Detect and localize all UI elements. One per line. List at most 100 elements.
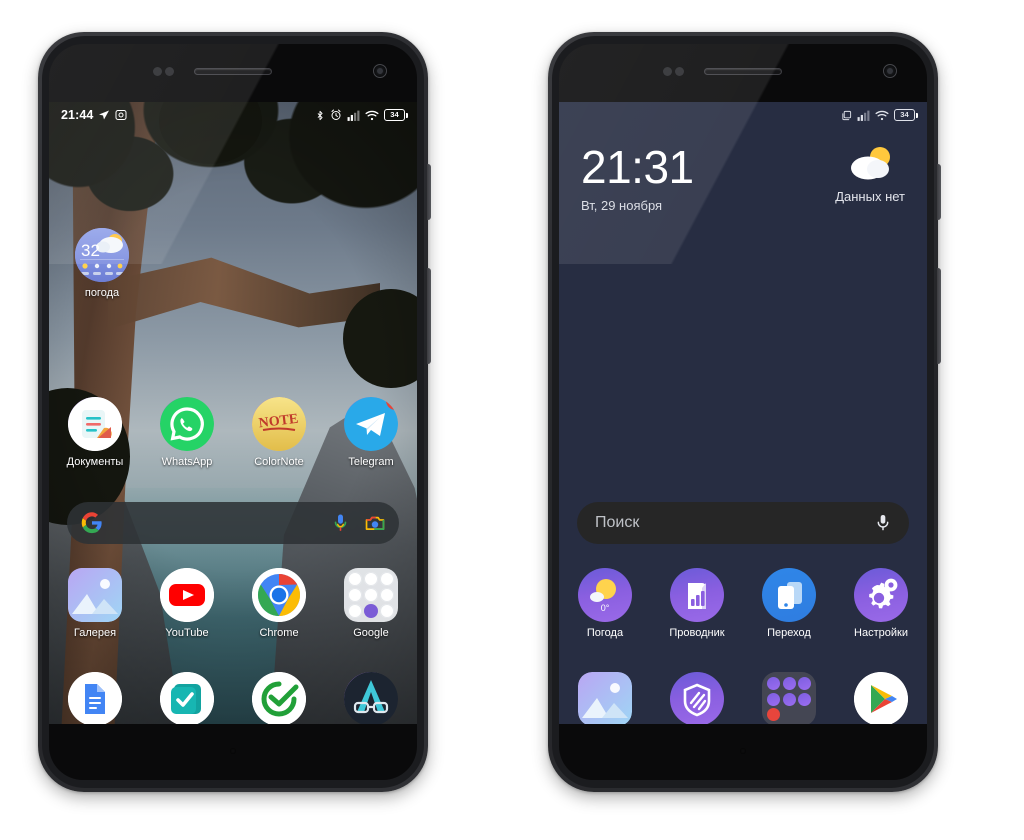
microphone-icon[interactable] [332,513,349,533]
google-lens-icon[interactable] [365,514,385,532]
phone-glass-left: 21:44 34 32 погода Документы WhatsApp NO… [49,44,417,780]
gallery-icon[interactable] [578,672,632,724]
whatsapp-icon[interactable] [160,397,214,451]
app-label: Google [353,627,389,639]
app-mi-mover[interactable]: Переход [743,568,835,639]
screen-record-icon [115,110,127,120]
app-file-explorer[interactable]: Проводник [651,568,743,639]
power-button-right[interactable] [937,164,941,220]
mi-mover-icon[interactable] [762,568,816,622]
app-label: Переход [767,627,811,639]
alarm-icon [331,109,341,120]
screen-right[interactable]: 34 21:31 Вт, 29 ноября Данных нет Поиск … [559,102,927,724]
documents-icon[interactable] [68,397,122,451]
app-settings[interactable]: Настройки [835,568,927,639]
security-shield-icon[interactable] [670,672,724,724]
app-row-1-left: Документы WhatsApp NOTE ColorNote 1 Tele… [49,397,417,468]
signal-icon [857,110,870,121]
weather-temperature: 32 [81,241,100,260]
app-whatsapp[interactable]: WhatsApp [141,397,233,468]
front-camera-icon [883,64,897,78]
colornote-icon[interactable]: NOTE [252,397,306,451]
app-label: ColorNote [254,456,304,468]
google-search-bar[interactable] [67,502,399,544]
app-row-2-left: Галерея YouTube Chrome Google [49,568,417,639]
my-tasks-icon[interactable] [160,672,214,724]
app-documents[interactable]: Документы [49,397,141,468]
google-folder-icon[interactable] [344,568,398,622]
app-row-2-right: Галерея Безопасно [559,672,927,724]
bluetooth-icon [317,110,323,120]
app-label: Настройки [854,627,908,639]
app-chrome[interactable]: Chrome [233,568,325,639]
battery-level: 34 [900,110,909,120]
app-alreader[interactable]: AlReader [325,672,417,724]
status-bar-right: 34 [559,102,927,128]
wifi-icon [365,110,379,120]
search-placeholder: Поиск [595,514,640,531]
clock-date: Вт, 29 ноября [581,198,663,213]
power-button-left[interactable] [427,164,431,220]
microphone-hole [230,748,236,754]
app-security[interactable]: Безопасность [651,672,743,724]
youtube-icon[interactable] [160,568,214,622]
app-label: Галерея [73,627,117,639]
screen-left[interactable]: 21:44 34 32 погода Документы WhatsApp NO… [49,102,417,724]
sun-behind-cloud-icon [851,147,891,180]
google-play-icon[interactable] [854,672,908,724]
earpiece-speaker [194,68,272,75]
proximity-sensor-icon [153,67,174,76]
app-sberbank[interactable]: СберБанк [233,672,325,724]
clock-widget[interactable]: 21:31 Вт, 29 ноября Данных нет [581,144,905,213]
gallery-icon[interactable] [68,568,122,622]
wifi-icon [875,110,889,120]
phone-glass-right: 34 21:31 Вт, 29 ноября Данных нет Поиск … [559,44,927,780]
app-google-folder[interactable]: Google [325,568,417,639]
weather-value: 0° [600,603,610,613]
poisk-search-bar[interactable]: Поиск [577,502,909,544]
weather-widget[interactable]: 32 погода [75,228,129,299]
telegram-icon[interactable]: 10 [344,397,398,451]
app-row-1-right: 0° Погода Проводник Переход Настройки [559,568,927,639]
sberbank-icon[interactable] [252,672,306,724]
volume-button-right[interactable] [937,268,941,364]
scene: 21:44 34 32 погода Документы WhatsApp NO… [0,0,1024,840]
app-label: Telegram [348,456,394,468]
weather-icon[interactable]: 0° [578,568,632,622]
app-label: Chrome [259,627,299,639]
tools-folder-icon[interactable] [762,672,816,724]
app-tools-folder[interactable]: Инструменты [743,672,835,724]
app-gallery[interactable]: Галерея [559,672,651,724]
app-youtube[interactable]: YouTube [141,568,233,639]
front-camera-icon [373,64,387,78]
battery-icon: 34 [894,109,918,121]
clock-block[interactable]: 21:31 Вт, 29 ноября [581,144,694,213]
app-gallery[interactable]: Галерея [49,568,141,639]
app-row-3-left: Документы Мои Дела [49,672,417,724]
google-g-icon [81,512,102,534]
weather-block[interactable]: Данных нет [835,144,905,204]
weather-widget-icon[interactable]: 32 [75,228,129,282]
app-label: Проводник [669,627,725,639]
google-docs-icon[interactable] [68,672,122,724]
microphone-hole [740,748,746,754]
app-colornote[interactable]: NOTE ColorNote [233,397,325,468]
proximity-sensor-icon [663,67,684,76]
app-telegram[interactable]: 10 Telegram [325,397,417,468]
chrome-icon[interactable] [252,568,306,622]
clock-time: 21:31 [581,141,694,193]
app-label: WhatsApp [161,456,213,468]
app-my-tasks[interactable]: Мои Дела [141,672,233,724]
app-google-play[interactable]: Google Play [835,672,927,724]
settings-gear-icon[interactable] [854,568,908,622]
app-label: YouTube [165,627,209,639]
app-google-docs[interactable]: Документы [49,672,141,724]
microphone-icon[interactable] [875,513,891,533]
send-icon [99,110,110,120]
app-weather[interactable]: 0° Погода [559,568,651,639]
battery-icon: 34 [384,109,408,121]
alreader-icon[interactable] [344,672,398,724]
app-label: Погода [586,627,624,639]
file-explorer-icon[interactable] [670,568,724,622]
volume-button-left[interactable] [427,268,431,364]
